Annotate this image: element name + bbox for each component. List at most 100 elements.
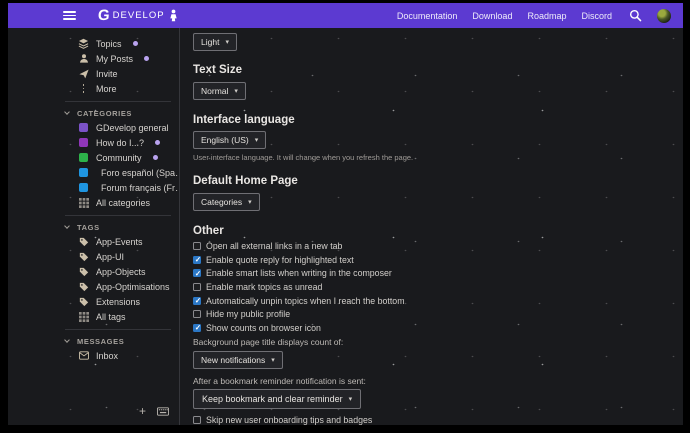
sidebar-section-categories[interactable]: Categories [65, 106, 177, 120]
category-label: Community [96, 153, 142, 163]
default-home-page-value: Categories [201, 197, 242, 207]
default-home-page-select[interactable]: Categories [193, 193, 260, 211]
add-section-icon[interactable]: + [139, 405, 146, 417]
sidebar-item-all-categories[interactable]: All categories [65, 195, 177, 210]
nav-link-discord[interactable]: Discord [581, 11, 612, 21]
category-swatch [78, 153, 89, 162]
layers-icon [78, 38, 89, 49]
section-title: Categories [77, 109, 132, 118]
checkbox-label: Enable quote reply for highlighted text [206, 255, 354, 265]
checkbox-label: Hide my public profile [206, 309, 290, 319]
title-count-value: New notifications [201, 355, 265, 365]
unread-badge [155, 140, 160, 145]
sidebar-item-tag[interactable]: App-Objects [65, 264, 177, 279]
preferences-panel: Light Text Size Normal Interface languag… [180, 28, 683, 425]
bookmark-reminder-value: Keep bookmark and clear reminder [202, 394, 343, 404]
sidebar-item-invite[interactable]: Invite [65, 66, 177, 81]
user-icon [78, 53, 89, 64]
theme-select-value: Light [201, 37, 219, 47]
logo-g-mark: G [97, 8, 110, 23]
other-heading: Other [193, 225, 673, 238]
checkbox-label: Skip new user onboarding tips and badges [206, 415, 372, 425]
tag-label: App-Objects [96, 267, 146, 277]
checkbox-smart-lists[interactable]: Enable smart lists when writing in the c… [193, 268, 673, 278]
unread-badge [153, 155, 158, 160]
sidebar-item-category[interactable]: Community [65, 150, 177, 165]
checkbox-unpin-topics[interactable]: Automatically unpin topics when I reach … [193, 296, 673, 306]
nav-link-download[interactable]: Download [472, 11, 512, 21]
title-count-select[interactable]: New notifications [193, 351, 283, 369]
chevron-down-icon [64, 337, 70, 343]
tag-icon [78, 237, 89, 247]
top-navbar: G DEVELOP Documentation Download Roadmap… [8, 3, 683, 28]
sidebar-divider [65, 329, 171, 330]
checkbox-quote-reply[interactable]: Enable quote reply for highlighted text [193, 255, 673, 265]
keyboard-shortcuts-icon[interactable] [157, 407, 169, 416]
sidebar-item-all-tags[interactable]: All tags [65, 309, 177, 324]
category-label: How do I...? [96, 138, 144, 148]
section-title: Tags [77, 223, 100, 232]
category-swatch [78, 123, 89, 132]
nav-link-roadmap[interactable]: Roadmap [527, 11, 566, 21]
user-avatar[interactable] [657, 9, 671, 23]
bookmark-reminder-select[interactable]: Keep bookmark and clear reminder [193, 389, 361, 409]
tag-icon [78, 267, 89, 277]
category-swatch [78, 168, 89, 177]
sidebar-item-topics[interactable]: Topics [65, 36, 177, 51]
tag-label: App-Optimisations [96, 282, 170, 292]
interface-language-description: User interface language. It will change … [193, 153, 673, 162]
category-swatch [78, 138, 89, 147]
sidebar-item-tag[interactable]: App-Optimisations [65, 279, 177, 294]
hamburger-menu-icon[interactable] [63, 11, 76, 20]
sidebar: Topics My Posts Invite More [8, 28, 180, 425]
sidebar-item-label: All tags [96, 312, 126, 322]
checkbox-open-external-links[interactable]: Open all external links in a new tab [193, 241, 673, 251]
checkbox-browser-icon-counts[interactable]: Show counts on browser icon [193, 323, 673, 333]
checkbox-box[interactable] [193, 269, 201, 277]
checkbox-box[interactable] [193, 310, 201, 318]
sidebar-section-messages[interactable]: Messages [65, 334, 177, 348]
browser-window: G DEVELOP Documentation Download Roadmap… [0, 0, 690, 433]
sidebar-item-tag[interactable]: App-UI [65, 249, 177, 264]
nav-link-documentation[interactable]: Documentation [397, 11, 458, 21]
sidebar-item-category[interactable]: GDevelop general [65, 120, 177, 135]
category-swatch [78, 183, 89, 192]
text-size-heading: Text Size [193, 64, 673, 77]
search-icon[interactable] [629, 9, 642, 22]
sidebar-footer: + [65, 405, 177, 419]
checkbox-box[interactable] [193, 283, 201, 291]
sidebar-item-inbox[interactable]: Inbox [65, 348, 177, 363]
checkbox-box[interactable] [193, 256, 201, 264]
category-label: Foro español (Spa… [101, 168, 180, 178]
logo-wordmark: DEVELOP [113, 10, 165, 21]
interface-language-select[interactable]: English (US) [193, 131, 266, 149]
page-body: Topics My Posts Invite More [8, 28, 683, 425]
checkbox-box[interactable] [193, 297, 201, 305]
sidebar-item-more[interactable]: More [65, 81, 177, 96]
sidebar-item-label: All categories [96, 198, 150, 208]
checkbox-mark-unread[interactable]: Enable mark topics as unread [193, 282, 673, 292]
checkbox-label: Enable smart lists when writing in the c… [206, 268, 392, 278]
sidebar-item-tag[interactable]: App-Events [65, 234, 177, 249]
checkbox-box[interactable] [193, 242, 201, 250]
checkbox-label: Enable mark topics as unread [206, 282, 322, 292]
text-size-value: Normal [201, 86, 228, 96]
gdevelop-logo[interactable]: G DEVELOP [98, 8, 178, 23]
checkbox-box[interactable] [193, 324, 201, 332]
sidebar-item-label: Invite [96, 69, 118, 79]
sidebar-item-my-posts[interactable]: My Posts [65, 51, 177, 66]
sidebar-item-category[interactable]: How do I...? [65, 135, 177, 150]
sidebar-section-tags[interactable]: Tags [65, 220, 177, 234]
text-size-select[interactable]: Normal [193, 82, 246, 100]
sidebar-item-category[interactable]: Foro español (Spa… [65, 165, 177, 180]
grid-icon [78, 198, 89, 208]
theme-select[interactable]: Light [193, 33, 237, 51]
checkbox-skip-onboarding[interactable]: Skip new user onboarding tips and badges [193, 415, 673, 425]
sidebar-item-category[interactable]: Forum français (Fr… [65, 180, 177, 195]
checkbox-box[interactable] [193, 416, 201, 424]
unread-badge [133, 41, 138, 46]
checkbox-hide-profile[interactable]: Hide my public profile [193, 309, 673, 319]
sidebar-divider [65, 101, 171, 102]
sidebar-item-label: More [96, 84, 117, 94]
sidebar-item-tag[interactable]: Extensions [65, 294, 177, 309]
